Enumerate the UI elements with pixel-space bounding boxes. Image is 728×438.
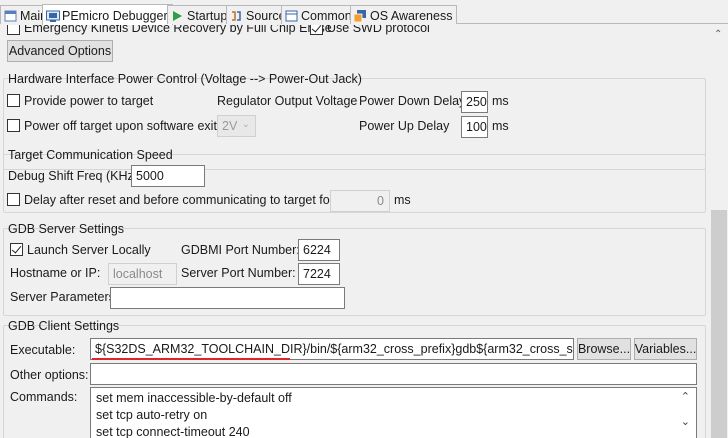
commands-label: Commands:	[10, 390, 78, 404]
delay-after-reset-label: Delay after reset and before communicati…	[24, 193, 334, 207]
red-annotation-underline	[92, 358, 290, 360]
gdbmi-port-label: GDBMI Port Number:	[181, 243, 300, 257]
regulator-voltage-select[interactable]: 2V ⌄	[217, 115, 256, 137]
hostname-input[interactable]: localhost	[108, 263, 177, 285]
tab-pemicro-debugger[interactable]: PEmicro Debugger	[42, 4, 173, 25]
executable-value: ${S32DS_ARM32_TOOLCHAIN_DIR}/bin/${arm32…	[95, 342, 574, 356]
tab-common[interactable]: Common	[281, 5, 357, 24]
other-options-input[interactable]	[90, 363, 697, 385]
vertical-scrollbar[interactable]: ⌃	[710, 25, 728, 438]
startup-play-icon	[171, 10, 184, 22]
tab-label: Common	[301, 8, 352, 23]
advanced-options-button[interactable]: Advanced Options	[7, 40, 113, 62]
power-off-checkbox[interactable]	[7, 119, 20, 132]
power-up-delay-input[interactable]: 1000	[461, 116, 488, 138]
recovery-checkbox[interactable]	[7, 25, 20, 35]
regulator-voltage-value: 2V	[222, 119, 238, 133]
debugger-icon	[46, 10, 60, 22]
tab-label: OS Awareness	[370, 8, 453, 23]
tab-os-awareness[interactable]: OS Awareness	[350, 5, 458, 24]
power-down-unit: ms	[492, 94, 509, 108]
gdbmi-port-input[interactable]: 6224	[298, 239, 340, 261]
power-up-unit: ms	[492, 119, 509, 133]
swd-label: Use SWD protocol	[327, 25, 430, 35]
chevron-down-icon: ⌄	[241, 119, 250, 130]
provide-power-label: Provide power to target	[24, 94, 154, 108]
delay-unit: ms	[394, 193, 411, 207]
other-options-label: Other options:	[10, 368, 89, 382]
regulator-voltage-label: Regulator Output Voltage	[217, 94, 358, 108]
shift-freq-label: Debug Shift Freq (KHz)	[8, 169, 138, 183]
executable-input[interactable]: ${S32DS_ARM32_TOOLCHAIN_DIR}/bin/${arm32…	[90, 338, 574, 360]
executable-label: Executable:	[10, 343, 76, 357]
gdb-client-title: GDB Client Settings	[8, 319, 120, 333]
delay-after-reset-input[interactable]: 0	[330, 190, 390, 212]
command-line: set tcp auto-retry on	[96, 408, 208, 422]
commands-textarea[interactable]: set mem inaccessible-by-default off set …	[90, 387, 697, 438]
debugger-settings-panel: Emergency Kinetis Device Recovery by Ful…	[0, 25, 709, 438]
scroll-up-icon[interactable]: ⌃	[714, 29, 722, 40]
power-up-delay-label: Power Up Delay	[359, 119, 450, 133]
shift-freq-input[interactable]: 5000	[131, 165, 205, 187]
provide-power-checkbox[interactable]	[7, 94, 20, 107]
recovery-label: Emergency Kinetis Device Recovery by Ful…	[24, 25, 332, 35]
main-tab-icon	[4, 10, 17, 22]
power-down-delay-label: Power Down Delay	[359, 94, 466, 108]
hostname-label: Hostname or IP:	[10, 266, 101, 280]
power-off-label: Power off target upon software exit	[24, 119, 217, 133]
server-params-label: Server Parameters:	[10, 290, 119, 304]
command-line: set mem inaccessible-by-default off	[96, 391, 292, 405]
power-down-delay-input[interactable]: 250	[461, 91, 488, 113]
server-port-label: Server Port Number:	[181, 266, 296, 280]
textarea-scroll-down-icon[interactable]: ⌄	[681, 415, 690, 428]
command-line: set tcp connect-timeout 240	[96, 425, 250, 438]
server-params-input[interactable]	[110, 287, 345, 309]
browse-button[interactable]: Browse...	[577, 338, 631, 360]
tab-label: PEmicro Debugger	[62, 8, 168, 23]
delay-after-reset-checkbox[interactable]	[7, 193, 20, 206]
power-control-title: Hardware Interface Power Control (Voltag…	[8, 72, 362, 86]
textarea-scroll-up-icon[interactable]: ⌃	[681, 390, 690, 403]
server-port-input[interactable]: 7224	[298, 263, 340, 285]
os-awareness-icon	[353, 9, 367, 22]
tab-label: Source	[246, 8, 286, 23]
variables-button[interactable]: Variables...	[634, 338, 697, 360]
source-icon	[230, 10, 243, 22]
tab-label: Startup	[187, 8, 228, 23]
swd-checkbox[interactable]	[310, 25, 323, 35]
scrollbar-thumb[interactable]	[711, 210, 727, 438]
gdb-server-title: GDB Server Settings	[8, 222, 125, 236]
launch-config-tab-bar: Main PEmicro Debugger Startup Source Com…	[0, 0, 728, 25]
tab-startup[interactable]: Startup	[167, 5, 233, 24]
launch-server-checkbox[interactable]	[10, 243, 23, 256]
comm-speed-title: Target Communication Speed	[8, 148, 173, 162]
launch-server-label: Launch Server Locally	[27, 243, 151, 257]
common-icon	[285, 10, 298, 22]
